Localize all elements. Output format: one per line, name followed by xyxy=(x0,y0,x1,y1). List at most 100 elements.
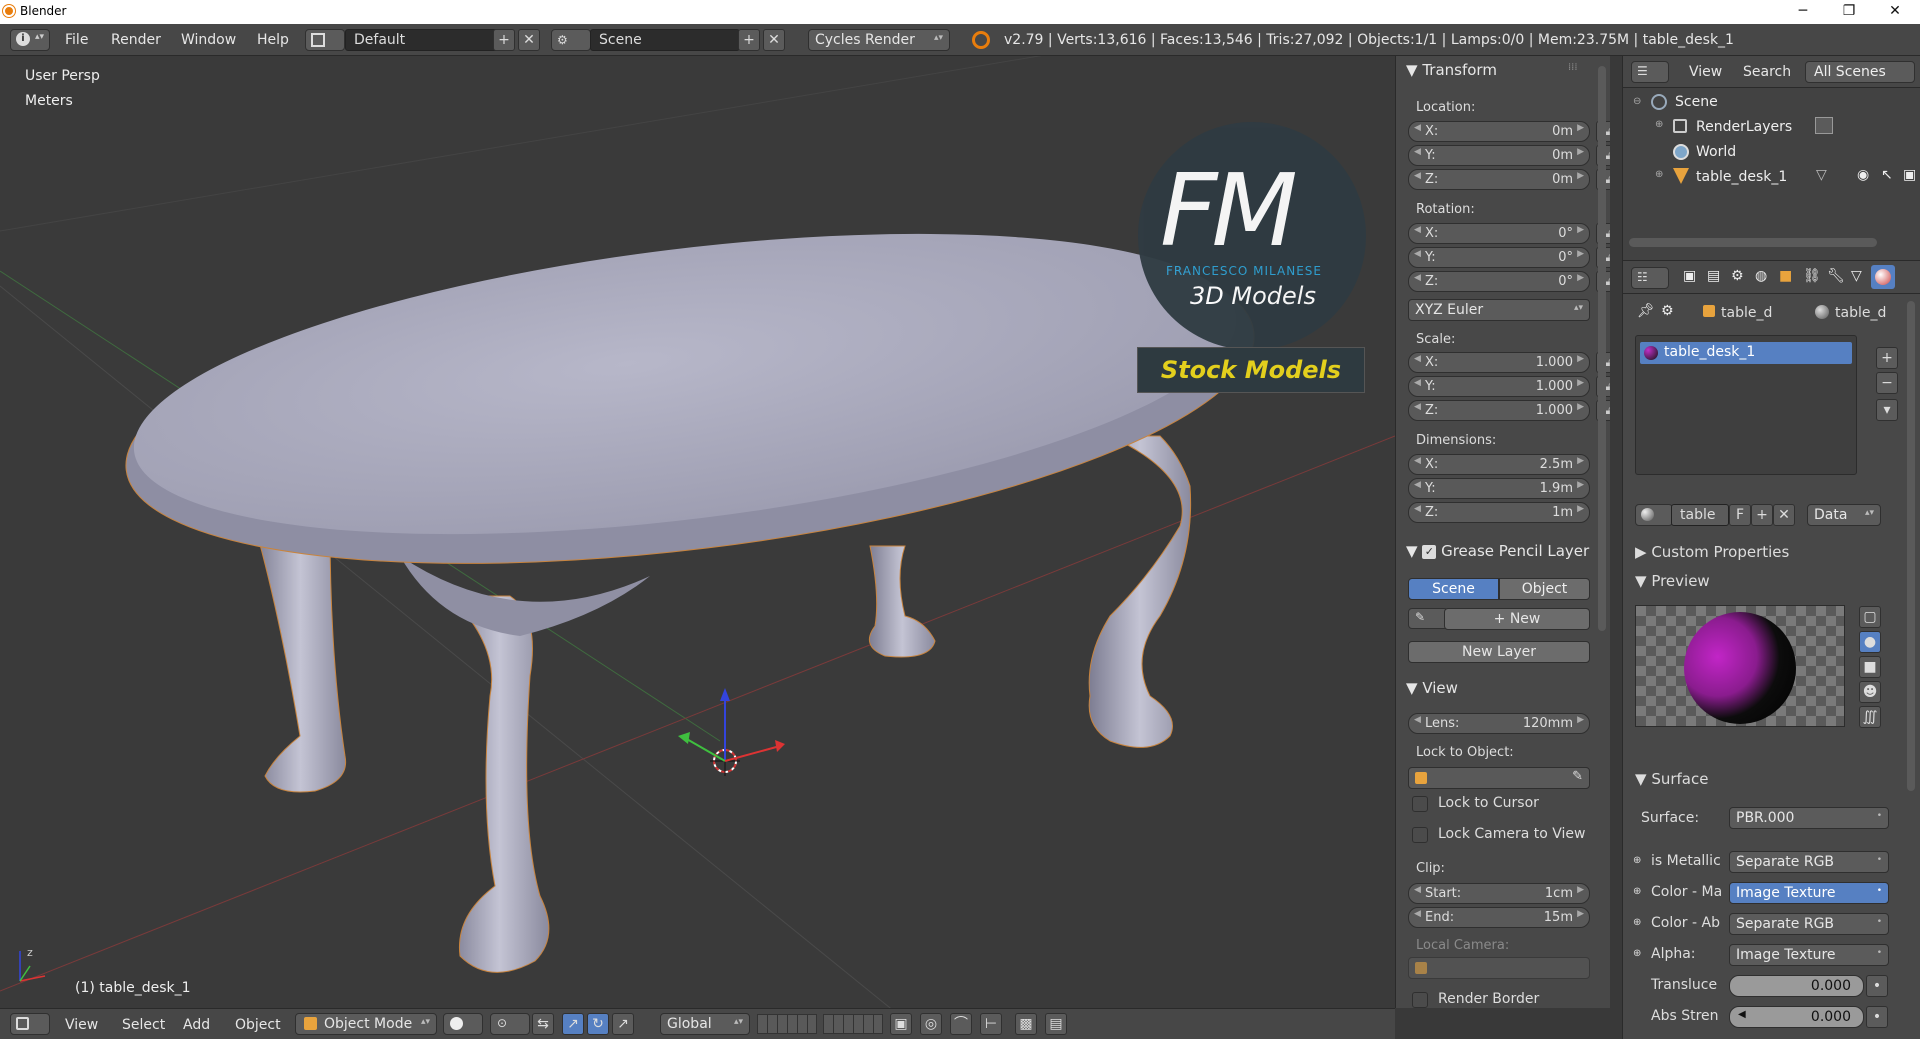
remove-screen-button[interactable]: ✕ xyxy=(518,29,540,51)
render-border-checkbox[interactable] xyxy=(1412,992,1428,1008)
menu-add[interactable]: Add xyxy=(183,1017,210,1033)
material-slot-row[interactable]: table_desk_1 xyxy=(1640,342,1852,364)
material-slots-list[interactable]: table_desk_1 xyxy=(1635,335,1857,475)
renderable-camera-icon[interactable]: ▣ xyxy=(1903,167,1916,183)
render-engine-dropdown[interactable]: Cycles Render ▴▾ xyxy=(808,29,950,51)
grease-tab-scene[interactable]: Scene xyxy=(1408,578,1499,600)
constraints-tab-icon[interactable]: ⛓ xyxy=(1803,268,1821,284)
add-screen-button[interactable]: + xyxy=(493,29,515,51)
scale-z-field[interactable]: ◀ Z: 1.000 ▶ xyxy=(1408,400,1590,421)
menu-render[interactable]: Render xyxy=(111,32,161,48)
snap-element-button[interactable]: ⊢ xyxy=(980,1013,1002,1035)
lock-object-field[interactable]: ✎ xyxy=(1408,767,1590,789)
clip-end-field[interactable]: ◀ End: 15m ▶ xyxy=(1408,907,1590,928)
modifiers-tab-icon[interactable]: 🔧︎ xyxy=(1827,268,1845,284)
lock-cursor-checkbox[interactable] xyxy=(1412,796,1428,812)
rotation-mode-dropdown[interactable]: XYZ Euler ▴▾ xyxy=(1408,299,1590,321)
new-material-button[interactable]: + xyxy=(1751,504,1773,526)
grease-pencil-panel-header[interactable]: ▼ ✓ Grease Pencil Layer xyxy=(1406,542,1589,560)
render-animation-button[interactable]: ▤ xyxy=(1045,1013,1067,1035)
screen-layout-button[interactable] xyxy=(305,29,345,51)
scene-field[interactable]: Scene xyxy=(590,29,740,51)
unlink-material-button[interactable]: ✕ xyxy=(1773,504,1795,526)
data-tab-icon[interactable]: ▽ xyxy=(1851,268,1862,284)
rotation-z-field[interactable]: ◀ Z: 0° ▶ xyxy=(1408,271,1590,292)
display-mode-dropdown[interactable]: All Scenes xyxy=(1805,61,1915,83)
scale-manipulator-button[interactable]: ↗ xyxy=(612,1013,634,1035)
minimize-button[interactable]: ─ xyxy=(1780,0,1826,24)
abs-strength-socket-button[interactable]: • xyxy=(1866,1006,1888,1028)
menu-window[interactable]: Window xyxy=(181,32,236,48)
surface-panel-header[interactable]: ▼ Surface xyxy=(1635,770,1708,788)
material-browse-button[interactable] xyxy=(1635,504,1673,526)
eyedropper-icon[interactable]: ✎ xyxy=(1572,769,1583,784)
grease-data-browse-button[interactable]: ✎ xyxy=(1408,608,1448,629)
preview-panel-header[interactable]: ▼ Preview xyxy=(1635,572,1710,590)
maximize-button[interactable]: ❐ xyxy=(1826,0,1872,24)
rotation-x-field[interactable]: ◀ X: 0° ▶ xyxy=(1408,223,1590,244)
expand-input-icon[interactable]: ⊕ xyxy=(1633,917,1641,928)
editor-type-outliner-button[interactable]: ☰ xyxy=(1631,61,1669,83)
opengl-render-button[interactable]: ▩ xyxy=(1015,1013,1037,1035)
scene-tab-icon[interactable]: ⚙ xyxy=(1731,268,1744,284)
outliner-item-table-desk[interactable]: table_desk_1 xyxy=(1696,169,1787,185)
input-color-ab-dropdown[interactable]: Separate RGB • xyxy=(1729,913,1889,935)
collapse-icon[interactable]: ⊖ xyxy=(1633,96,1641,107)
menu-object[interactable]: Object xyxy=(235,1017,281,1033)
layers-row-2[interactable] xyxy=(823,1014,883,1034)
rotate-manipulator-button[interactable]: ↻ xyxy=(587,1013,609,1035)
material-name-field[interactable]: table xyxy=(1671,504,1729,526)
fake-user-button[interactable]: F xyxy=(1729,504,1751,526)
dimensions-z-field[interactable]: ◀ Z: 1m ▶ xyxy=(1408,502,1590,523)
scale-y-field[interactable]: ◀ Y: 1.000 ▶ xyxy=(1408,376,1590,397)
translate-manipulator-button[interactable]: ↗ xyxy=(562,1013,584,1035)
outliner-menu-search[interactable]: Search xyxy=(1743,64,1791,80)
transform-panel-header[interactable]: ▼ Transform xyxy=(1406,61,1497,79)
translucency-socket-button[interactable]: • xyxy=(1866,975,1888,997)
outliner-item-world[interactable]: World xyxy=(1696,144,1736,160)
orientation-dropdown[interactable]: Global ▴▾ xyxy=(660,1013,750,1035)
clip-start-field[interactable]: ◀ Start: 1cm ▶ xyxy=(1408,883,1590,904)
custom-properties-panel-header[interactable]: ▶ Custom Properties xyxy=(1635,543,1789,561)
grease-tab-object[interactable]: Object xyxy=(1499,578,1590,600)
shading-dropdown[interactable] xyxy=(443,1013,483,1035)
scale-x-field[interactable]: ◀ X: 1.000 ▶ xyxy=(1408,352,1590,373)
screen-layout-field[interactable]: Default xyxy=(345,29,505,51)
outliner-item-scene[interactable]: Scene xyxy=(1675,94,1718,110)
layers-row-1[interactable] xyxy=(757,1014,817,1034)
lock-camera-checkbox[interactable] xyxy=(1412,827,1428,843)
renderlayer-tab-icon[interactable]: ▤ xyxy=(1707,268,1720,284)
material-slot-specials-button[interactable]: ▾ xyxy=(1876,399,1898,421)
properties-scrollbar[interactable] xyxy=(1907,301,1915,791)
rotation-y-field[interactable]: ◀ Y: 0° ▶ xyxy=(1408,247,1590,268)
add-material-slot-button[interactable]: + xyxy=(1876,347,1898,369)
surface-shader-dropdown[interactable]: PBR.000 • xyxy=(1729,807,1889,829)
outliner-menu-view[interactable]: View xyxy=(1689,64,1722,80)
preview-flat-button[interactable]: ▢ xyxy=(1859,606,1881,628)
editor-type-info-button[interactable]: i ▴▾ xyxy=(10,29,50,51)
close-button[interactable]: ✕ xyxy=(1872,0,1918,24)
npanel-scrollbar[interactable] xyxy=(1598,66,1606,631)
location-x-field[interactable]: ◀ X: 0m ▶ xyxy=(1408,121,1590,142)
abs-strength-slider[interactable]: ◀ 0.000 xyxy=(1729,1006,1864,1028)
material-link-dropdown[interactable]: Data ▴▾ xyxy=(1807,504,1881,526)
menu-help[interactable]: Help xyxy=(257,32,289,48)
editor-type-3d-button[interactable] xyxy=(10,1013,50,1035)
preview-cube-button[interactable]: ■ xyxy=(1859,656,1881,678)
pin-icon[interactable]: 📌︎ xyxy=(1637,303,1655,319)
mesh-data-icon[interactable]: ▽ xyxy=(1816,167,1827,183)
grease-new-button[interactable]: + New xyxy=(1444,608,1590,630)
expand-input-icon[interactable]: ⊕ xyxy=(1633,948,1641,959)
pivot-dropdown[interactable]: ⊙ xyxy=(490,1013,530,1035)
lens-field[interactable]: ◀ Lens: 120mm ▶ xyxy=(1408,713,1590,734)
location-z-field[interactable]: ◀ Z: 0m ▶ xyxy=(1408,169,1590,190)
manipulator-toggle[interactable]: ⇆ xyxy=(532,1013,554,1035)
preview-hair-button[interactable]: ∭ xyxy=(1859,706,1881,728)
location-y-field[interactable]: ◀ Y: 0m ▶ xyxy=(1408,145,1590,166)
layer-lock-button[interactable]: ▣ xyxy=(890,1013,912,1035)
material-tab-button[interactable] xyxy=(1871,265,1895,289)
remove-scene-button[interactable]: ✕ xyxy=(763,29,785,51)
expand-icon[interactable]: ⊕ xyxy=(1655,119,1663,130)
checkbox-checked-icon[interactable]: ✓ xyxy=(1422,544,1437,559)
outliner-item-renderlayers[interactable]: RenderLayers xyxy=(1696,119,1792,135)
